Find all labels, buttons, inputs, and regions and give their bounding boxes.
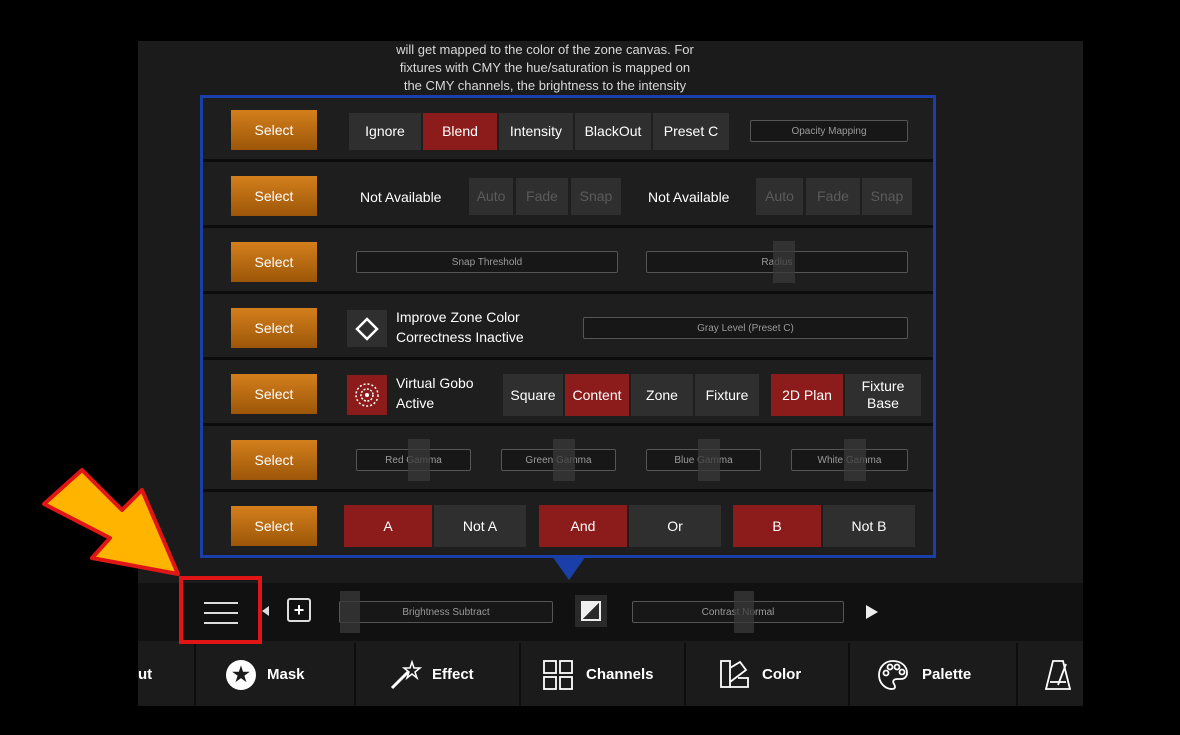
layer-toolbar: + Brightness Subtract Contrast Normal bbox=[138, 583, 1083, 641]
help-line: fixtures with CMY the hue/saturation is … bbox=[399, 60, 691, 75]
tab-label: ut bbox=[138, 666, 153, 683]
virtual-gobo-label: Virtual Gobo Active bbox=[396, 373, 496, 415]
preset-c-button[interactable]: Preset C bbox=[653, 113, 729, 150]
fixture-base-line: Fixture bbox=[861, 378, 905, 394]
channels-icon bbox=[542, 659, 574, 691]
brightness-slider[interactable]: Brightness Subtract bbox=[339, 601, 553, 623]
snap-button[interactable]: Snap bbox=[862, 178, 912, 215]
tab-mask[interactable]: ★ Mask bbox=[226, 643, 346, 706]
not-b-button[interactable]: Not B bbox=[823, 505, 915, 547]
tab-divider bbox=[354, 643, 356, 706]
palette-icon bbox=[876, 658, 910, 692]
bottom-tab-bar: ut ★ Mask Effect Channels Color Palette bbox=[138, 643, 1083, 706]
auto-button[interactable]: Auto bbox=[756, 178, 803, 215]
select-button[interactable]: Select bbox=[231, 440, 317, 480]
not-a-button[interactable]: Not A bbox=[434, 505, 526, 547]
tab-label: Color bbox=[762, 666, 802, 683]
tab-color[interactable]: Color bbox=[718, 643, 838, 706]
color-correction-label: Improve Zone Color Correctness Inactive bbox=[396, 307, 566, 349]
color-correction-line: Correctness Inactive bbox=[396, 329, 524, 345]
contrast-slider-handle[interactable] bbox=[734, 591, 754, 633]
and-button[interactable]: And bbox=[539, 505, 627, 547]
square-button[interactable]: Square bbox=[503, 374, 563, 416]
help-line: will get mapped to the color of the zone… bbox=[396, 42, 694, 57]
color-correction-row: Select Improve Zone Color Correctness In… bbox=[203, 296, 933, 360]
logic-row: Select A Not A And Or B Not B bbox=[203, 494, 933, 555]
tab-effect[interactable]: Effect bbox=[388, 643, 518, 706]
color-swatch-icon bbox=[718, 658, 752, 692]
virtual-gobo-row: Select Virtual Gobo Active Square Conten… bbox=[203, 362, 933, 426]
transition-status-left: Not Available bbox=[360, 188, 442, 205]
red-gamma-handle[interactable] bbox=[408, 439, 430, 481]
tab-partial[interactable]: ut bbox=[138, 643, 188, 706]
add-layer-icon[interactable]: + bbox=[287, 598, 311, 622]
transition-status-right: Not Available bbox=[648, 188, 730, 205]
tab-label: Channels bbox=[586, 666, 654, 683]
popup-pointer bbox=[552, 556, 586, 580]
opacity-row: Select Ignore Blend Intensity BlackOut P… bbox=[203, 98, 933, 162]
scroll-right-icon[interactable] bbox=[866, 605, 878, 619]
zone-button[interactable]: Zone bbox=[631, 374, 693, 416]
tab-divider bbox=[684, 643, 686, 706]
help-text: will get mapped to the color of the zone… bbox=[345, 41, 745, 95]
select-button[interactable]: Select bbox=[231, 308, 317, 348]
star-icon: ★ bbox=[226, 659, 256, 690]
intensity-button[interactable]: Intensity bbox=[499, 113, 573, 150]
transition-row: Select Not Available Auto Fade Snap Not … bbox=[203, 164, 933, 228]
content-button[interactable]: Content bbox=[565, 374, 629, 416]
gobo-icon[interactable] bbox=[347, 375, 387, 415]
gray-level-field[interactable]: Gray Level (Preset C) bbox=[583, 317, 908, 339]
virtual-gobo-line: Active bbox=[396, 395, 435, 411]
snap-button[interactable]: Snap bbox=[571, 178, 621, 215]
virtual-gobo-line: Virtual Gobo bbox=[396, 375, 474, 391]
fixture-base-line: Base bbox=[867, 395, 899, 411]
green-gamma-handle[interactable] bbox=[553, 439, 575, 481]
fade-button[interactable]: Fade bbox=[806, 178, 860, 215]
metronome-icon bbox=[1043, 658, 1073, 692]
layer-settings-popup: Select Ignore Blend Intensity BlackOut P… bbox=[200, 95, 936, 558]
highlight-box bbox=[179, 576, 262, 644]
brightness-slider-handle[interactable] bbox=[340, 591, 360, 633]
select-button[interactable]: Select bbox=[231, 176, 317, 216]
gamma-row: Select Red Gamma Green Gamma Blue Gamma … bbox=[203, 428, 933, 492]
auto-button[interactable]: Auto bbox=[469, 178, 513, 215]
contrast-icon[interactable] bbox=[575, 595, 607, 627]
help-line: the CMY channels, the brightness to the … bbox=[403, 78, 687, 93]
white-gamma-handle[interactable] bbox=[844, 439, 866, 481]
tab-divider bbox=[848, 643, 850, 706]
select-button[interactable]: Select bbox=[231, 374, 317, 414]
radius-slider-handle[interactable] bbox=[773, 241, 795, 283]
fixture-base-button[interactable]: Fixture Base bbox=[845, 374, 921, 416]
diamond-toggle-icon[interactable] bbox=[347, 310, 387, 347]
color-correction-line: Improve Zone Color bbox=[396, 309, 520, 325]
tab-channels[interactable]: Channels bbox=[542, 643, 682, 706]
tab-divider bbox=[1016, 643, 1018, 706]
blend-button[interactable]: Blend bbox=[423, 113, 497, 150]
blue-gamma-handle[interactable] bbox=[698, 439, 720, 481]
tab-label: Palette bbox=[922, 666, 972, 683]
blackout-button[interactable]: BlackOut bbox=[575, 113, 651, 150]
magic-wand-icon bbox=[388, 658, 422, 692]
opacity-mapping-field[interactable]: Opacity Mapping bbox=[750, 120, 908, 142]
select-button[interactable]: Select bbox=[231, 506, 317, 546]
annotation-arrow-icon bbox=[42, 468, 180, 576]
scroll-left-icon[interactable] bbox=[262, 606, 269, 616]
tab-divider bbox=[519, 643, 521, 706]
tab-label: Effect bbox=[432, 666, 474, 683]
tab-metronome[interactable] bbox=[1043, 643, 1083, 706]
or-button[interactable]: Or bbox=[629, 505, 721, 547]
select-button[interactable]: Select bbox=[231, 242, 317, 282]
tab-label: Mask bbox=[267, 666, 305, 683]
snap-row: Select Snap Threshold Radius bbox=[203, 230, 933, 294]
fade-button[interactable]: Fade bbox=[516, 178, 568, 215]
select-button[interactable]: Select bbox=[231, 110, 317, 150]
b-button[interactable]: B bbox=[733, 505, 821, 547]
a-button[interactable]: A bbox=[344, 505, 432, 547]
fixture-button[interactable]: Fixture bbox=[695, 374, 759, 416]
tab-palette[interactable]: Palette bbox=[876, 643, 1006, 706]
ignore-button[interactable]: Ignore bbox=[349, 113, 421, 150]
tab-divider bbox=[194, 643, 196, 706]
snap-threshold-slider[interactable]: Snap Threshold bbox=[356, 251, 618, 273]
2d-plan-button[interactable]: 2D Plan bbox=[771, 374, 843, 416]
